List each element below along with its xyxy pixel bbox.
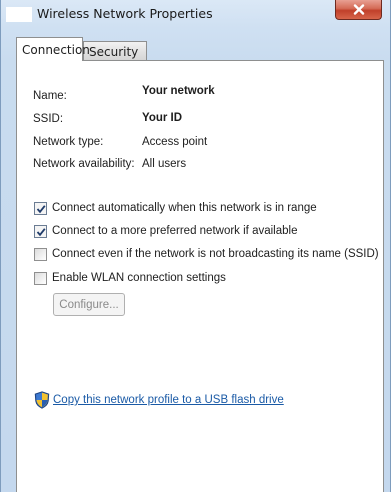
ssid-value: Your ID: [142, 112, 183, 124]
connect-automatically-checkbox[interactable]: [34, 201, 47, 215]
properties-window: Wireless Network Properties Connection S…: [0, 0, 391, 492]
configure-button[interactable]: Configure...: [53, 293, 125, 316]
checkmark-icon: [36, 227, 46, 236]
network-type-label: Network type:: [33, 136, 104, 148]
connect-hidden-checkbox[interactable]: [34, 247, 47, 261]
connect-automatically-option[interactable]: Connect automatically when this network …: [34, 200, 317, 216]
enable-wlan-settings-checkbox[interactable]: [34, 271, 47, 285]
network-type-value: Access point: [142, 136, 208, 148]
enable-wlan-settings-option[interactable]: Enable WLAN connection settings: [34, 270, 226, 286]
app-icon: [6, 7, 32, 22]
connection-panel: Name: Your network SSID: Your ID Network…: [16, 60, 384, 492]
tab-security[interactable]: Security: [83, 41, 147, 61]
window-title: Wireless Network Properties: [37, 6, 213, 21]
connect-hidden-option[interactable]: Connect even if the network is not broad…: [34, 246, 379, 262]
connect-preferred-checkbox[interactable]: [34, 224, 47, 238]
ssid-label: SSID:: [33, 113, 64, 125]
copy-profile-usb-link[interactable]: Copy this network profile to a USB flash…: [53, 394, 284, 406]
connect-hidden-label: Connect even if the network is not broad…: [52, 248, 379, 260]
title-bar: Wireless Network Properties: [1, 0, 391, 28]
connect-preferred-option[interactable]: Connect to a more preferred network if a…: [34, 223, 297, 239]
close-icon: [353, 4, 364, 15]
name-value: Your network: [142, 85, 215, 97]
network-availability-label: Network availability:: [33, 158, 135, 170]
connect-preferred-label: Connect to a more preferred network if a…: [52, 225, 298, 237]
tab-connection[interactable]: Connection: [16, 37, 90, 61]
connect-automatically-label: Connect automatically when this network …: [52, 202, 317, 214]
enable-wlan-settings-label: Enable WLAN connection settings: [52, 272, 226, 284]
network-availability-value: All users: [142, 158, 187, 170]
name-label: Name:: [33, 90, 67, 102]
close-button[interactable]: [335, 0, 382, 20]
uac-shield-icon: [34, 391, 50, 409]
usb-profile-link-row[interactable]: Copy this network profile to a USB flash…: [34, 391, 284, 409]
checkmark-icon: [36, 204, 46, 213]
